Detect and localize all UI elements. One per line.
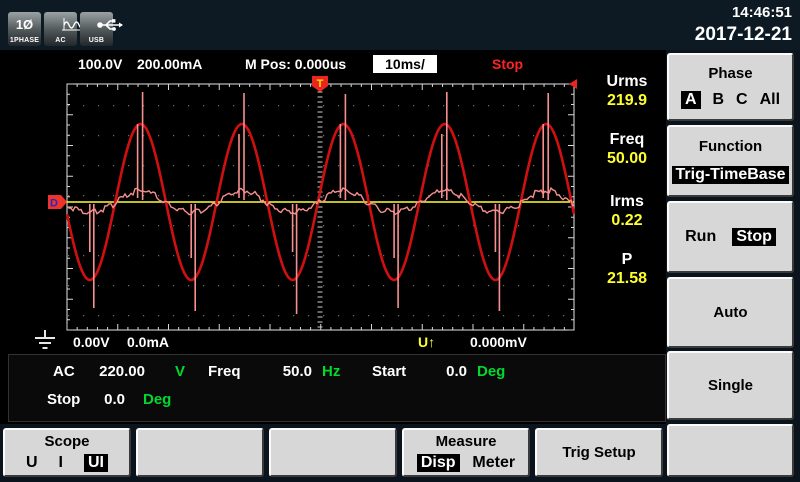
measure-softkey-option-disp: Disp (417, 454, 460, 472)
blank-softkey-3[interactable] (269, 428, 397, 477)
measure-softkey-title: Measure (436, 433, 497, 450)
one-phase-icon: 1Ø (16, 12, 33, 37)
info-value: 0.0 (35, 391, 125, 408)
d-channel-marker-letter: D (50, 198, 58, 210)
measurement-label: Urms (586, 72, 668, 91)
measurement-p: P 21.58 (586, 250, 668, 288)
measurement-urms: Urms 219.9 (586, 72, 668, 110)
ac-badge: AC (44, 12, 77, 46)
measurement-label: Freq (586, 130, 668, 149)
ac-badge-caption: AC (55, 37, 66, 46)
measure-softkey-option-meter: Meter (472, 454, 515, 472)
single-button-title: Single (708, 377, 753, 394)
measurement-label-text: Irms (610, 193, 644, 210)
current-offset-label: 0.0mA (127, 334, 169, 350)
phase-1-badge: 1Ø1PHASE (8, 12, 41, 46)
run-stop-button-options: Run Stop (669, 228, 792, 246)
usb-badge: USB (80, 12, 113, 46)
phase-button-option-a: A (681, 91, 701, 109)
trigger-top-marker-letter: T (317, 78, 324, 90)
measurement-label-text: Urms (607, 73, 648, 90)
trig-level-label: 0.000mV (470, 334, 527, 350)
phase-button-option-c: C (736, 91, 748, 109)
function-button-options: Trig-TimeBase (669, 166, 792, 184)
scope-softkey[interactable]: ScopeUIUI (3, 428, 131, 477)
measurement-irms: Irms 0.22 (586, 192, 668, 230)
info-value: 50.0 (222, 363, 312, 380)
function-button-option-trig-timebase: Trig-TimeBase (672, 166, 790, 184)
function-button[interactable]: Function Trig-TimeBase (667, 125, 794, 197)
measurement-value: 219.9 (607, 92, 647, 109)
clock: 14:46:51 2017-12-21 (695, 4, 792, 47)
run-stop-button-option-run: Run (685, 228, 716, 246)
measurement-value: 50.00 (607, 150, 647, 167)
trig-setup-softkey[interactable]: Trig Setup (535, 428, 663, 477)
voltage-offset-label: 0.00V (73, 334, 110, 350)
auto-button[interactable]: Auto (667, 277, 794, 348)
function-button-title: Function (699, 138, 762, 155)
phase-button-title: Phase (708, 65, 752, 82)
instrument-screen: 14:46:51 2017-12-21 1Ø1PHASEACUSB 100.0V… (0, 0, 800, 482)
scope-softkey-option-u: U (26, 454, 38, 472)
scope-softkey-options: UIUI (5, 454, 129, 472)
scope-display: TD (40, 70, 596, 360)
usb-badge-caption: USB (89, 37, 104, 46)
scope-softkey-option-i: I (59, 454, 63, 472)
scope-softkey-title: Scope (44, 433, 89, 450)
measurement-label: P (586, 250, 668, 269)
measurement-value: 0.22 (611, 212, 642, 229)
trigger-level-marker (569, 79, 577, 89)
info-unit: Hz (322, 363, 340, 380)
measurement-label: Irms (586, 192, 668, 211)
scope-softkey-option-ui: UI (84, 454, 108, 472)
single-button[interactable]: Single (667, 351, 794, 420)
measurement-label-text: Freq (610, 131, 645, 148)
info-unit: Deg (477, 363, 505, 380)
auto-button-title: Auto (713, 304, 747, 321)
info-value: 220.00 (55, 363, 145, 380)
trig-setup-softkey-title: Trig Setup (562, 444, 635, 461)
measurement-label-text: P (622, 251, 633, 268)
date-text: 2017-12-21 (695, 23, 792, 47)
run-stop-button[interactable]: Run Stop (667, 201, 794, 273)
ground-icon (30, 329, 60, 351)
blank-softkey-2[interactable] (136, 428, 264, 477)
measure-softkey[interactable]: Measure Disp Meter (402, 428, 530, 477)
info-value: 0.0 (377, 363, 467, 380)
phase-button[interactable]: Phase ABC All (667, 53, 794, 121)
trig-source-label: U↑ (418, 334, 435, 350)
time-text: 14:46:51 (695, 4, 792, 23)
info-unit: Deg (143, 391, 171, 408)
phase-button-option-all: All (760, 91, 780, 109)
measure-softkey-options: Disp Meter (404, 454, 528, 472)
blank-side-button[interactable] (667, 424, 794, 477)
measurement-value: 21.58 (607, 270, 647, 287)
phase-button-option-b: B (713, 91, 725, 109)
measurement-freq: Freq 50.00 (586, 130, 668, 168)
phase-1-badge-caption: 1PHASE (10, 37, 39, 46)
info-unit: V (175, 363, 185, 380)
phase-button-options: ABC All (669, 91, 792, 109)
run-stop-button-option-stop: Stop (732, 228, 776, 246)
